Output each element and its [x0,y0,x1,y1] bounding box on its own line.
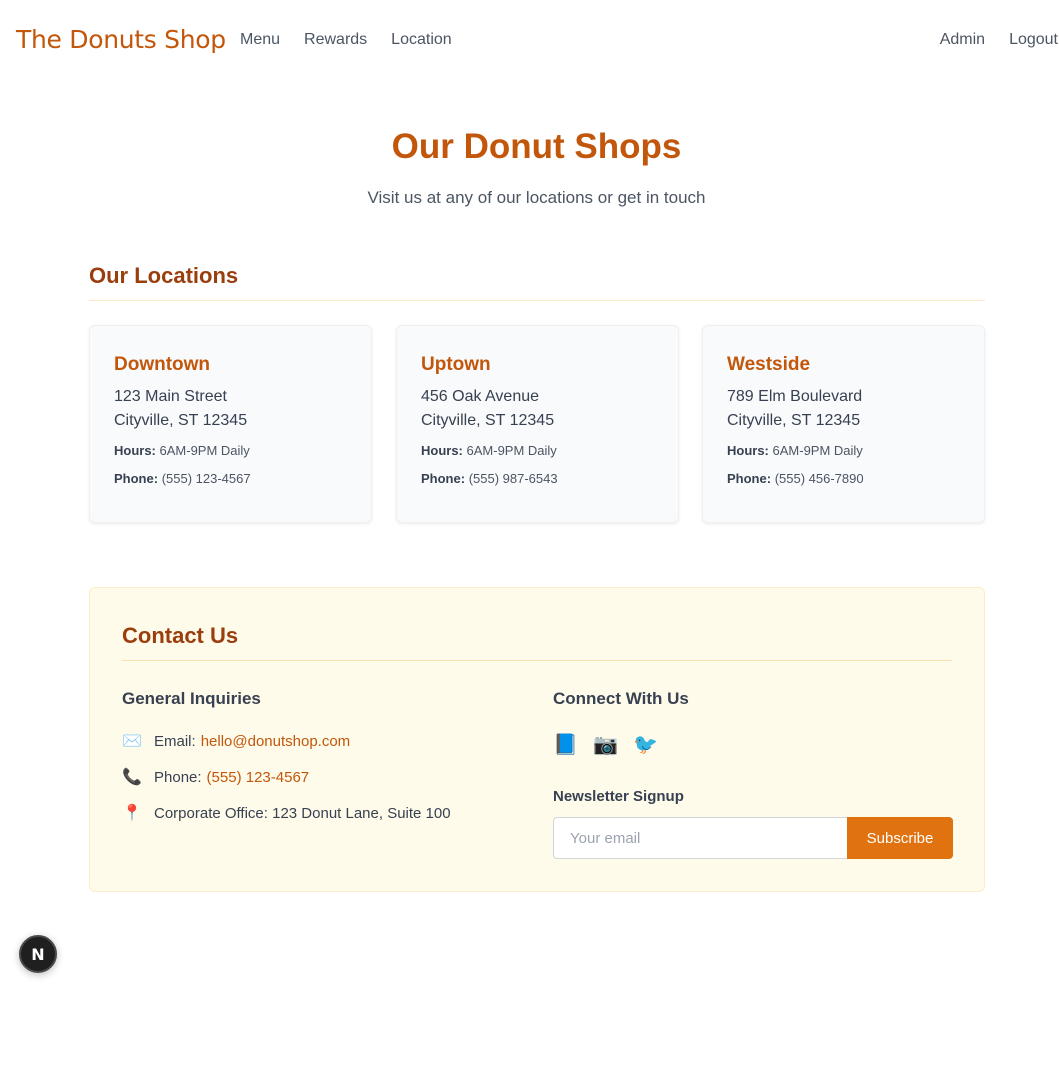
newsletter-label: Newsletter Signup [553,788,684,805]
location-card-downtown: Downtown 123 Main Street Cityville, ST 1… [89,325,372,523]
phone-value: (555) 456-7890 [774,471,864,486]
nav-rewards[interactable]: Rewards [304,29,367,51]
nav-admin[interactable]: Admin [940,29,985,51]
email-icon: ✉️ [122,733,142,750]
map-pin-icon: 📍 [122,805,142,822]
top-nav: The Donuts Shop Menu Rewards Location Ad… [0,0,1059,80]
dev-tools-badge[interactable]: N [19,935,57,973]
location-hours: Hours: 6AM-9PM Daily [727,441,960,461]
nav-menu[interactable]: Menu [240,29,280,51]
phone-value: (555) 123-4567 [161,471,251,486]
general-inquiries-title: General Inquiries [122,689,261,708]
location-street: 456 Oak Avenue [421,388,540,405]
phone-link[interactable]: (555) 123-4567 [207,769,310,786]
locations-title: Our Locations [89,263,239,288]
phone-label: Phone: [154,768,202,786]
page-title: Our Donut Shops [391,127,682,166]
phone-label: Phone: [421,471,466,486]
phone-icon: 📞 [122,769,142,786]
phone-value: (555) 987-6543 [468,471,558,486]
location-city: Cityville, ST 12345 [114,412,248,429]
contact-divider [122,660,952,661]
subscribe-button[interactable]: Subscribe [847,817,953,859]
phone-row: 📞 Phone: (555) 123-4567 [122,765,309,789]
office-address: Corporate Office: 123 Donut Lane, Suite … [154,804,451,822]
location-hours: Hours: 6AM-9PM Daily [114,441,347,461]
email-row: ✉️ Email: hello@donutshop.com [122,729,350,753]
nav-location[interactable]: Location [391,29,452,51]
location-phone: Phone: (555) 987-6543 [421,469,654,489]
location-street: 123 Main Street [114,388,227,405]
twitter-icon[interactable]: 🐦 [633,732,658,757]
location-name: Westside [727,354,811,375]
facebook-icon[interactable]: 📘 [553,732,578,757]
email-label: Email: [154,732,196,750]
nav-right: Admin Logout [940,29,1058,51]
hours-value: 6AM-9PM Daily [466,443,557,458]
contact-section: Contact Us General Inquiries ✉️ Email: h… [89,587,985,892]
hours-value: 6AM-9PM Daily [772,443,863,458]
nav-links: Menu Rewards Location [240,29,452,51]
page-subtitle: Visit us at any of our locations or get … [367,188,706,207]
location-name: Uptown [421,354,491,375]
location-phone: Phone: (555) 456-7890 [727,469,960,489]
office-row: 📍 Corporate Office: 123 Donut Lane, Suit… [122,801,451,825]
connect-title: Connect With Us [553,689,689,708]
location-phone: Phone: (555) 123-4567 [114,469,347,489]
location-city: Cityville, ST 12345 [727,412,861,429]
newsletter-email-input[interactable] [553,817,848,859]
nav-logout[interactable]: Logout [1009,29,1058,51]
instagram-icon[interactable]: 📷 [593,732,618,757]
phone-label: Phone: [114,471,159,486]
location-name: Downtown [114,354,211,375]
social-links: 📘 📷 🐦 [553,732,658,757]
hours-label: Hours: [727,443,769,458]
brand-logo[interactable]: The Donuts Shop [16,24,226,56]
email-link[interactable]: hello@donutshop.com [201,733,351,750]
contact-title: Contact Us [122,623,239,648]
location-hours: Hours: 6AM-9PM Daily [421,441,654,461]
hours-label: Hours: [114,443,156,458]
phone-label: Phone: [727,471,772,486]
location-street: 789 Elm Boulevard [727,388,863,405]
location-card-westside: Westside 789 Elm Boulevard Cityville, ST… [702,325,985,523]
hours-label: Hours: [421,443,463,458]
hours-value: 6AM-9PM Daily [159,443,250,458]
location-city: Cityville, ST 12345 [421,412,555,429]
locations-divider [89,300,985,301]
location-card-uptown: Uptown 456 Oak Avenue Cityville, ST 1234… [396,325,679,523]
